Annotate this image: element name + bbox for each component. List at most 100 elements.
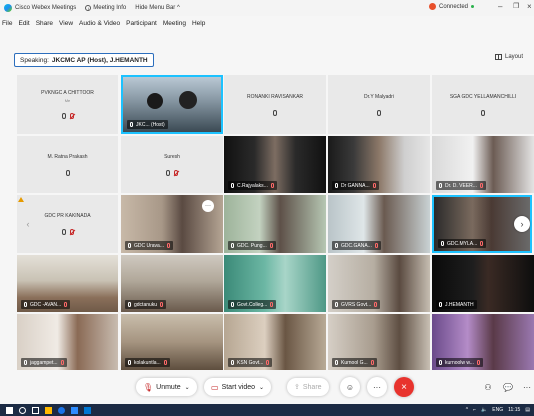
participant-name: GDC PR KAKINADA <box>44 213 91 219</box>
participant-video-tile[interactable]: Kurnool G... <box>328 314 430 370</box>
participant-video-tile[interactable]: C.Rajyalaks... <box>224 136 326 193</box>
unmute-button[interactable]: 🎙 Unmute ⌄ <box>136 378 197 396</box>
minimize-button[interactable]: – <box>498 2 502 11</box>
app-name: Cisco Webex Meetings <box>15 5 77 11</box>
participant-video-tile[interactable]: GDC.GANA... <box>328 195 430 253</box>
mic-muted-icon <box>174 169 178 176</box>
windows-taskbar: ^ ⌐ 🔈 ENG 11:15 ▤ <box>0 404 534 416</box>
leave-meeting-button[interactable]: × <box>394 377 414 397</box>
file-explorer-icon[interactable] <box>45 406 52 414</box>
layout-icon <box>495 54 502 60</box>
mic-muted-icon <box>372 183 376 188</box>
microphone-icon <box>231 243 234 248</box>
microphone-icon <box>61 229 66 235</box>
microphone-icon <box>231 302 234 307</box>
participant-video-tile[interactable]: KSN Govt... <box>224 314 326 370</box>
microphone-icon <box>481 109 485 116</box>
mic-muted-icon <box>64 302 68 307</box>
participant-tile[interactable]: Dr.Y Malyadri <box>328 75 430 134</box>
menu-participant[interactable]: Participant <box>126 20 157 27</box>
menu-file[interactable]: File <box>2 20 12 27</box>
chrome-icon[interactable] <box>58 406 65 414</box>
microphone-icon <box>273 109 277 116</box>
participant-video-tile[interactable]: kurnoolw w... <box>432 314 534 370</box>
mic-muted-icon <box>270 183 274 188</box>
participant-name: RONANKI RAVISANKAR <box>246 93 304 100</box>
chevron-down-icon[interactable]: ⌄ <box>185 384 190 391</box>
mic-muted-icon: 🎙 <box>143 382 154 392</box>
warning-icon <box>18 197 24 202</box>
tile-label: GDC.GANA... <box>332 241 381 250</box>
participant-video-tile[interactable]: J.HEMANTH <box>432 255 534 312</box>
participant-name: SGA GDC YELLAMANCHILLI <box>449 93 517 100</box>
mic-muted-icon <box>163 360 167 365</box>
layout-button[interactable]: Layout <box>495 54 523 60</box>
tile-label: JKC... (Host) <box>127 120 168 129</box>
info-icon: i <box>85 5 92 11</box>
app-taskbar-icon[interactable] <box>84 406 91 414</box>
previous-page-icon[interactable]: ‹ <box>20 216 36 232</box>
participant-name: PVKNGC A CHITTOOR <box>41 90 94 96</box>
participant-video-tile[interactable]: Govt.Colleg... <box>224 255 326 312</box>
menu-share[interactable]: Share <box>36 20 53 27</box>
participant-video-tile[interactable]: GDC -AVAN... <box>17 255 118 312</box>
menu-meeting[interactable]: Meeting <box>163 20 186 27</box>
next-page-icon[interactable]: › <box>514 216 530 232</box>
maximize-button[interactable]: ❐ <box>513 2 519 10</box>
mic-muted-icon <box>69 113 74 119</box>
connection-status[interactable]: Connected <box>429 3 475 10</box>
hide-menu-bar-button[interactable]: Hide Menu Bar ^ <box>135 5 180 11</box>
microphone-icon <box>61 113 66 119</box>
tray-up-icon[interactable]: ^ <box>466 407 468 413</box>
participant-video-tile[interactable]: JKC... (Host) <box>121 75 223 134</box>
menu-help[interactable]: Help <box>192 20 205 27</box>
clock[interactable]: 11:15 <box>508 407 520 413</box>
panel-more-icon[interactable]: ··· <box>517 377 534 397</box>
notifications-icon[interactable]: ▤ <box>525 407 530 413</box>
participant-video-tile[interactable]: gdctanuku <box>121 255 223 312</box>
menu-edit[interactable]: Edit <box>18 20 29 27</box>
participant-tile[interactable]: Suresh <box>121 136 223 193</box>
more-options-button[interactable]: ··· <box>367 377 387 397</box>
volume-icon[interactable]: 🔈 <box>481 407 487 413</box>
participant-tile[interactable]: RONANKI RAVISANKAR <box>224 75 326 134</box>
participant-video-tile[interactable]: GDC. Pung... <box>224 195 326 253</box>
participant-video-tile[interactable]: Dr. D. VEER... <box>432 136 534 193</box>
menu-view[interactable]: View <box>59 20 73 27</box>
microphone-icon <box>24 302 27 307</box>
webex-taskbar-icon[interactable] <box>71 406 78 414</box>
microphone-icon <box>65 169 70 176</box>
participant-video-tile[interactable]: Dr GANNA... <box>328 136 430 193</box>
task-view-icon[interactable] <box>32 406 39 414</box>
share-button[interactable]: ⇪ Share <box>287 378 329 396</box>
windows-start-icon[interactable] <box>6 406 13 414</box>
mic-muted-icon <box>480 241 484 246</box>
participant-video-tile[interactable]: kolakuntla... <box>121 314 223 370</box>
participant-tile[interactable]: SGA GDC YELLAMANCHILLI <box>432 75 534 134</box>
search-icon[interactable] <box>19 406 26 414</box>
speaking-indicator: Speaking: JKCMC AP (Host), J.HEMANTH <box>14 53 154 67</box>
participants-icon[interactable]: ⚇ <box>478 377 498 397</box>
participant-video-tile[interactable]: GVRS Govt... <box>328 255 430 312</box>
reactions-icon[interactable]: ☺ <box>340 377 360 397</box>
participant-tile[interactable]: PVKNGC A CHITTOOR Me <box>17 75 118 134</box>
network-icon[interactable]: ⌐ <box>473 407 476 413</box>
participant-video-tile[interactable]: jaggampet... <box>17 314 118 370</box>
mic-muted-icon <box>167 243 171 248</box>
language-indicator[interactable]: ENG <box>492 407 503 413</box>
mic-muted-icon <box>374 243 378 248</box>
meeting-info-button[interactable]: i Meeting Info <box>85 5 126 11</box>
start-video-button[interactable]: ▭ Start video ⌄ <box>204 378 272 396</box>
menu-audio-video[interactable]: Audio & Video <box>79 20 120 27</box>
microphone-icon <box>24 360 27 365</box>
microphone-icon <box>441 241 444 246</box>
microphone-icon <box>128 302 131 307</box>
microphone-icon <box>130 122 133 127</box>
close-button[interactable]: × <box>527 2 532 11</box>
chevron-down-icon[interactable]: ⌄ <box>259 384 264 391</box>
microphone-icon <box>128 360 131 365</box>
tile-more-icon[interactable]: ··· <box>202 200 214 212</box>
chat-icon[interactable]: 💬 <box>498 377 518 397</box>
tile-label: Dr GANNA... <box>332 181 379 190</box>
participant-tile[interactable]: M. Ratna Prakash <box>17 136 118 193</box>
